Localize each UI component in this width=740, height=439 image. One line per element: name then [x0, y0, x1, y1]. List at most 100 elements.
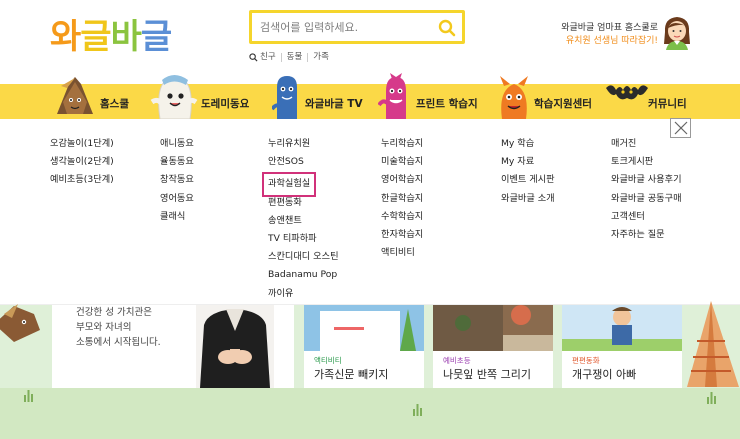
- menu-column-homeschool: 오감놀이(1단계) 생각놀이(2단계) 예비초등(3단계): [50, 135, 114, 190]
- menu-item[interactable]: 스칸디대디 오스틴: [268, 248, 339, 266]
- card-category: 액티비티: [314, 356, 342, 365]
- close-icon: [674, 121, 688, 135]
- grass-icon: [413, 404, 422, 416]
- banner-line: 건강한 성 가치관은: [76, 307, 152, 318]
- page: 와글바글 친구 동물 가족 와글바글 엄마표 홈스쿨로 유치원 선생님 따라잡기…: [0, 0, 740, 439]
- menu-item[interactable]: 애니동요: [160, 135, 194, 153]
- nav-item-wagle-tv[interactable]: 와글바글 TV: [272, 76, 372, 119]
- card-category: 예비초등: [443, 356, 471, 365]
- menu-item[interactable]: 창작동요: [160, 171, 194, 189]
- promo-line: 유치원 선생님 따라잡기!: [565, 36, 658, 46]
- pink-mascot-icon: [378, 73, 406, 119]
- nav-item-homeschool[interactable]: 홈스쿨: [50, 77, 145, 119]
- card-title: 개구쟁이 아빠: [572, 368, 637, 381]
- menu-item[interactable]: 토크게시판: [611, 153, 682, 171]
- close-menu-button[interactable]: [670, 118, 691, 138]
- logo-char: 글: [140, 16, 172, 57]
- nav-item-community[interactable]: 커뮤니티: [606, 84, 716, 119]
- hedgehog-mascot-icon: [0, 304, 40, 342]
- menu-item[interactable]: 자주하는 질문: [611, 226, 682, 244]
- menu-column-print: 누리학습지 미술학습지 영어학습지 한글학습지 수학학습지 한자학습지 액티비티: [381, 135, 423, 262]
- menu-item[interactable]: 고객센터: [611, 208, 682, 226]
- content-card[interactable]: 액티비티 가족신문 빼키지: [304, 305, 424, 388]
- menu-item[interactable]: 클래식: [160, 208, 194, 226]
- menu-item[interactable]: My 학습: [501, 135, 555, 153]
- doremi-mascot-icon: [150, 75, 198, 119]
- menu-item[interactable]: 송앤챈트: [268, 212, 339, 230]
- menu-column-doremi: 애니동요 율동동요 창작동요 영어동요 클래식: [160, 135, 194, 226]
- header: 와글바글 친구 동물 가족 와글바글 엄마표 홈스쿨로 유치원 선생님 따라잡기…: [0, 0, 740, 84]
- promo-text[interactable]: 와글바글 엄마표 홈스쿨로 유치원 선생님 따라잡기!: [561, 22, 658, 48]
- search-tags: 친구 동물 가족: [249, 51, 334, 63]
- nav-label: 프린트 학습지: [416, 98, 478, 110]
- nav-label: 커뮤니티: [648, 98, 687, 110]
- menu-item[interactable]: TV 티파하파: [268, 230, 339, 248]
- nav-item-learning-support[interactable]: 학습지원센터: [496, 76, 606, 119]
- card-title: 가족신문 빼키지: [314, 368, 389, 381]
- content-card[interactable]: 편편동화 개구쟁이 아빠: [562, 305, 682, 388]
- menu-item[interactable]: 누리학습지: [381, 135, 423, 153]
- card-thumbnail: [304, 305, 424, 351]
- nav-label: 홈스쿨: [100, 98, 129, 110]
- content-card[interactable]: 예비초등 나뭇잎 반쪽 그리기: [433, 305, 553, 388]
- menu-item[interactable]: 생각놀이(2단계): [50, 153, 114, 171]
- logo-char: 와: [50, 16, 81, 57]
- search-icon[interactable]: [438, 19, 456, 37]
- site-logo[interactable]: 와글바글: [50, 12, 172, 57]
- orange-mascot-icon: [500, 76, 528, 119]
- nav-label: 와글바글 TV: [305, 98, 363, 110]
- nav-label: 학습지원센터: [534, 98, 592, 110]
- nav-item-doremi-songs[interactable]: 도레미동요: [148, 75, 258, 119]
- card-thumbnail: [562, 305, 682, 351]
- banner-person-image: [196, 305, 274, 388]
- menu-item[interactable]: 미술학습지: [381, 153, 423, 171]
- menu-item[interactable]: 편편동화: [268, 194, 339, 212]
- menu-item[interactable]: 와글바글 사용후기: [611, 171, 682, 189]
- menu-column-support: My 학습 My 자료 이벤트 게시판 와글바글 소개: [501, 135, 555, 208]
- hedgehog-mascot-icon: [57, 77, 93, 114]
- tent-illustration: [687, 301, 739, 387]
- main-nav: 홈스쿨 도레미동요 와글바글 TV 프린트 학습지 학습지원센터 커뮤니티: [0, 73, 740, 119]
- menu-column-community: 매거진 토크게시판 와글바글 사용후기 와글바글 공동구매 고객센터 자주하는 질문: [611, 135, 682, 244]
- menu-item[interactable]: 수학학습지: [381, 208, 423, 226]
- menu-item[interactable]: 한글학습지: [381, 190, 423, 208]
- menu-item[interactable]: My 자료: [501, 153, 555, 171]
- menu-item[interactable]: 예비초등(3단계): [50, 171, 114, 189]
- menu-item[interactable]: 와글바글 공동구매: [611, 190, 682, 208]
- search-tag[interactable]: 가족: [307, 52, 334, 62]
- menu-item[interactable]: 율동동요: [160, 153, 194, 171]
- menu-item[interactable]: 까이유: [268, 285, 339, 303]
- menu-item[interactable]: 한자학습지: [381, 226, 423, 244]
- card-title: 나뭇잎 반쪽 그리기: [443, 368, 531, 381]
- menu-item[interactable]: 영어동요: [160, 190, 194, 208]
- grass-icon: [707, 392, 716, 404]
- tv-mascot-icon: [272, 76, 297, 119]
- search-tag[interactable]: 친구: [258, 52, 281, 62]
- search-icon: [249, 52, 258, 62]
- banner-text: 건강한 성 가치관은 부모와 자녀의 소통에서 시작됩니다.: [76, 305, 161, 350]
- grass-icon: [24, 390, 33, 402]
- menu-item[interactable]: 누리유치원: [268, 135, 339, 153]
- logo-char: 글: [80, 16, 111, 57]
- menu-item[interactable]: 이벤트 게시판: [501, 171, 555, 189]
- banner-line: 소통에서 시작됩니다.: [76, 337, 161, 348]
- nav-label: 도레미동요: [201, 98, 250, 110]
- menu-item[interactable]: 와글바글 소개: [501, 190, 555, 208]
- search-tag[interactable]: 동물: [280, 52, 308, 62]
- bat-mascot-icon: [606, 85, 648, 100]
- search-box: [249, 10, 465, 44]
- teacher-avatar-icon[interactable]: [660, 14, 694, 50]
- promo-line: 와글바글 엄마표 홈스쿨로: [561, 23, 658, 33]
- banner-line: 부모와 자녀의: [76, 322, 132, 333]
- menu-item[interactable]: 안전SOS: [268, 153, 339, 171]
- search-input[interactable]: [260, 18, 430, 36]
- menu-item[interactable]: Badanamu Pop: [268, 266, 339, 284]
- menu-item[interactable]: 오감놀이(1단계): [50, 135, 114, 153]
- card-category: 편편동화: [572, 356, 600, 365]
- logo-char: 바: [110, 16, 142, 57]
- menu-item[interactable]: 액티비티: [381, 244, 423, 262]
- nav-item-print-worksheets[interactable]: 프린트 학습지: [378, 73, 498, 119]
- menu-item[interactable]: 과학실험실: [261, 172, 317, 197]
- ground-strip: [0, 388, 740, 439]
- menu-item[interactable]: 영어학습지: [381, 171, 423, 189]
